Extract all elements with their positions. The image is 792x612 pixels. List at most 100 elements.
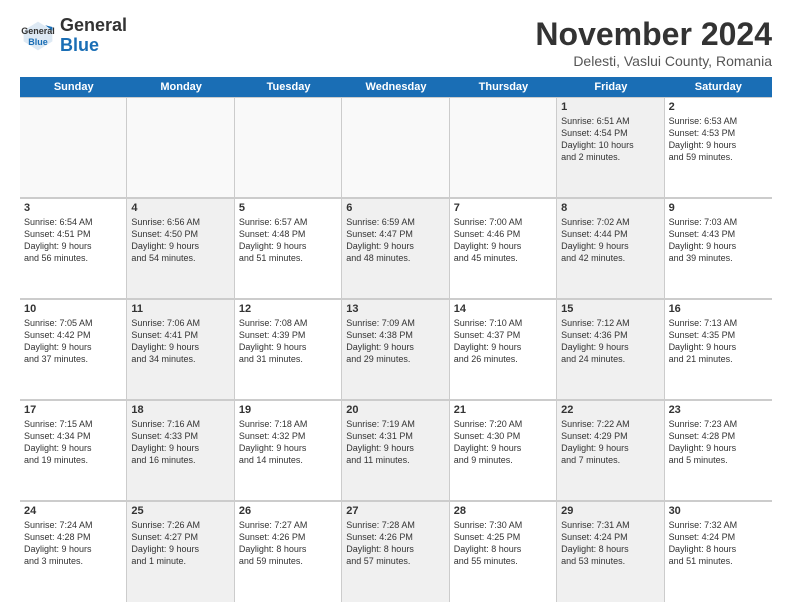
day-number: 14 <box>454 303 552 315</box>
day-info: Sunrise: 6:59 AM Sunset: 4:47 PM Dayligh… <box>346 216 444 265</box>
day-info: Sunrise: 7:26 AM Sunset: 4:27 PM Dayligh… <box>131 519 229 568</box>
calendar-cell: 2 Sunrise: 6:53 AM Sunset: 4:53 PM Daylig… <box>665 97 772 197</box>
calendar-cell <box>342 97 449 197</box>
day-number: 18 <box>131 404 229 416</box>
day-info: Sunrise: 6:56 AM Sunset: 4:50 PM Dayligh… <box>131 216 229 265</box>
day-info: Sunrise: 7:32 AM Sunset: 4:24 PM Dayligh… <box>669 519 768 568</box>
day-number: 27 <box>346 505 444 517</box>
calendar-cell: 21Sunrise: 7:20 AM Sunset: 4:30 PM Dayli… <box>450 400 557 500</box>
day-number: 21 <box>454 404 552 416</box>
location-title: Delesti, Vaslui County, Romania <box>535 53 772 69</box>
calendar-week: 24Sunrise: 7:24 AM Sunset: 4:28 PM Dayli… <box>20 501 772 602</box>
calendar-cell: 29 Sunrise: 7:31 AM Sunset: 4:24 PM Dayli… <box>557 501 664 602</box>
day-number: 9 <box>669 202 768 214</box>
day-info: Sunrise: 7:03 AM Sunset: 4:43 PM Dayligh… <box>669 216 768 265</box>
calendar-cell <box>450 97 557 197</box>
calendar-cell: 11 Sunrise: 7:06 AM Sunset: 4:41 PM Dayli… <box>127 299 234 399</box>
logo-line2: Blue <box>60 36 127 56</box>
page: General Blue General Blue November 2024 … <box>0 0 792 612</box>
day-info: Sunrise: 6:57 AM Sunset: 4:48 PM Dayligh… <box>239 216 337 265</box>
calendar-cell: 1Sunrise: 6:51 AM Sunset: 4:54 PM Daylig… <box>557 97 664 197</box>
calendar-cell <box>235 97 342 197</box>
day-info: Sunrise: 6:51 AM Sunset: 4:54 PM Dayligh… <box>561 115 659 164</box>
calendar-cell: 22Sunrise: 7:22 AM Sunset: 4:29 PM Dayli… <box>557 400 664 500</box>
day-number: 23 <box>669 404 768 416</box>
day-number: 28 <box>454 505 552 517</box>
day-number: 30 <box>669 505 768 517</box>
logo-icon: General Blue <box>20 18 56 54</box>
calendar-header-cell: Wednesday <box>342 77 449 97</box>
day-info: Sunrise: 7:08 AM Sunset: 4:39 PM Dayligh… <box>239 317 337 366</box>
day-info: Sunrise: 7:19 AM Sunset: 4:31 PM Dayligh… <box>346 418 444 467</box>
calendar-cell: 8Sunrise: 7:02 AM Sunset: 4:44 PM Daylig… <box>557 198 664 298</box>
day-number: 16 <box>669 303 768 315</box>
day-number: 11 <box>131 303 229 315</box>
calendar-cell: 18 Sunrise: 7:16 AM Sunset: 4:33 PM Dayli… <box>127 400 234 500</box>
day-info: Sunrise: 7:18 AM Sunset: 4:32 PM Dayligh… <box>239 418 337 467</box>
day-info: Sunrise: 7:09 AM Sunset: 4:38 PM Dayligh… <box>346 317 444 366</box>
day-number: 15 <box>561 303 659 315</box>
day-number: 7 <box>454 202 552 214</box>
day-number: 8 <box>561 202 659 214</box>
calendar-cell: 3Sunrise: 6:54 AM Sunset: 4:51 PM Daylig… <box>20 198 127 298</box>
calendar-cell: 12 Sunrise: 7:08 AM Sunset: 4:39 PM Dayli… <box>235 299 342 399</box>
calendar-header-cell: Monday <box>127 77 234 97</box>
calendar-header-cell: Friday <box>557 77 664 97</box>
logo: General Blue General Blue <box>20 16 127 56</box>
calendar-cell: 17Sunrise: 7:15 AM Sunset: 4:34 PM Dayli… <box>20 400 127 500</box>
calendar-cell: 19Sunrise: 7:18 AM Sunset: 4:32 PM Dayli… <box>235 400 342 500</box>
day-info: Sunrise: 7:05 AM Sunset: 4:42 PM Dayligh… <box>24 317 122 366</box>
day-number: 29 <box>561 505 659 517</box>
day-info: Sunrise: 6:53 AM Sunset: 4:53 PM Dayligh… <box>669 115 768 164</box>
day-info: Sunrise: 7:06 AM Sunset: 4:41 PM Dayligh… <box>131 317 229 366</box>
day-number: 25 <box>131 505 229 517</box>
calendar-cell: 30 Sunrise: 7:32 AM Sunset: 4:24 PM Dayli… <box>665 501 772 602</box>
calendar-cell <box>127 97 234 197</box>
calendar-cell: 24Sunrise: 7:24 AM Sunset: 4:28 PM Dayli… <box>20 501 127 602</box>
day-number: 2 <box>669 101 768 113</box>
calendar-cell: 14 Sunrise: 7:10 AM Sunset: 4:37 PM Dayli… <box>450 299 557 399</box>
day-number: 12 <box>239 303 337 315</box>
day-number: 17 <box>24 404 122 416</box>
calendar-cell: 26 Sunrise: 7:27 AM Sunset: 4:26 PM Dayli… <box>235 501 342 602</box>
calendar-cell: 25 Sunrise: 7:26 AM Sunset: 4:27 PM Dayli… <box>127 501 234 602</box>
calendar-cell: 13 Sunrise: 7:09 AM Sunset: 4:38 PM Dayli… <box>342 299 449 399</box>
day-info: Sunrise: 7:30 AM Sunset: 4:25 PM Dayligh… <box>454 519 552 568</box>
calendar-cell: 7 Sunrise: 7:00 AM Sunset: 4:46 PM Daylig… <box>450 198 557 298</box>
day-info: Sunrise: 7:12 AM Sunset: 4:36 PM Dayligh… <box>561 317 659 366</box>
day-number: 24 <box>24 505 122 517</box>
calendar-body: 1Sunrise: 6:51 AM Sunset: 4:54 PM Daylig… <box>20 97 772 602</box>
day-info: Sunrise: 7:23 AM Sunset: 4:28 PM Dayligh… <box>669 418 768 467</box>
day-number: 5 <box>239 202 337 214</box>
day-info: Sunrise: 7:13 AM Sunset: 4:35 PM Dayligh… <box>669 317 768 366</box>
calendar-cell: 16 Sunrise: 7:13 AM Sunset: 4:35 PM Dayli… <box>665 299 772 399</box>
calendar-week: 3Sunrise: 6:54 AM Sunset: 4:51 PM Daylig… <box>20 198 772 299</box>
calendar-header-cell: Sunday <box>20 77 127 97</box>
calendar-header-cell: Thursday <box>450 77 557 97</box>
day-number: 10 <box>24 303 122 315</box>
month-title: November 2024 <box>535 16 772 53</box>
calendar-cell: 10 Sunrise: 7:05 AM Sunset: 4:42 PM Dayli… <box>20 299 127 399</box>
calendar-header: SundayMondayTuesdayWednesdayThursdayFrid… <box>20 77 772 97</box>
day-number: 22 <box>561 404 659 416</box>
calendar-cell: 6Sunrise: 6:59 AM Sunset: 4:47 PM Daylig… <box>342 198 449 298</box>
calendar-cell: 9 Sunrise: 7:03 AM Sunset: 4:43 PM Daylig… <box>665 198 772 298</box>
day-info: Sunrise: 7:00 AM Sunset: 4:46 PM Dayligh… <box>454 216 552 265</box>
calendar-cell: 23 Sunrise: 7:23 AM Sunset: 4:28 PM Dayli… <box>665 400 772 500</box>
day-number: 13 <box>346 303 444 315</box>
day-info: Sunrise: 7:27 AM Sunset: 4:26 PM Dayligh… <box>239 519 337 568</box>
day-info: Sunrise: 7:31 AM Sunset: 4:24 PM Dayligh… <box>561 519 659 568</box>
calendar-cell: 4Sunrise: 6:56 AM Sunset: 4:50 PM Daylig… <box>127 198 234 298</box>
calendar-cell: 5 Sunrise: 6:57 AM Sunset: 4:48 PM Daylig… <box>235 198 342 298</box>
title-block: November 2024 Delesti, Vaslui County, Ro… <box>535 16 772 69</box>
calendar-cell: 15 Sunrise: 7:12 AM Sunset: 4:36 PM Dayli… <box>557 299 664 399</box>
header: General Blue General Blue November 2024 … <box>20 16 772 69</box>
calendar-header-cell: Tuesday <box>235 77 342 97</box>
day-number: 26 <box>239 505 337 517</box>
day-info: Sunrise: 6:54 AM Sunset: 4:51 PM Dayligh… <box>24 216 122 265</box>
calendar-cell <box>20 97 127 197</box>
calendar-header-cell: Saturday <box>665 77 772 97</box>
day-info: Sunrise: 7:10 AM Sunset: 4:37 PM Dayligh… <box>454 317 552 366</box>
logo-line1: General <box>60 16 127 36</box>
day-info: Sunrise: 7:16 AM Sunset: 4:33 PM Dayligh… <box>131 418 229 467</box>
